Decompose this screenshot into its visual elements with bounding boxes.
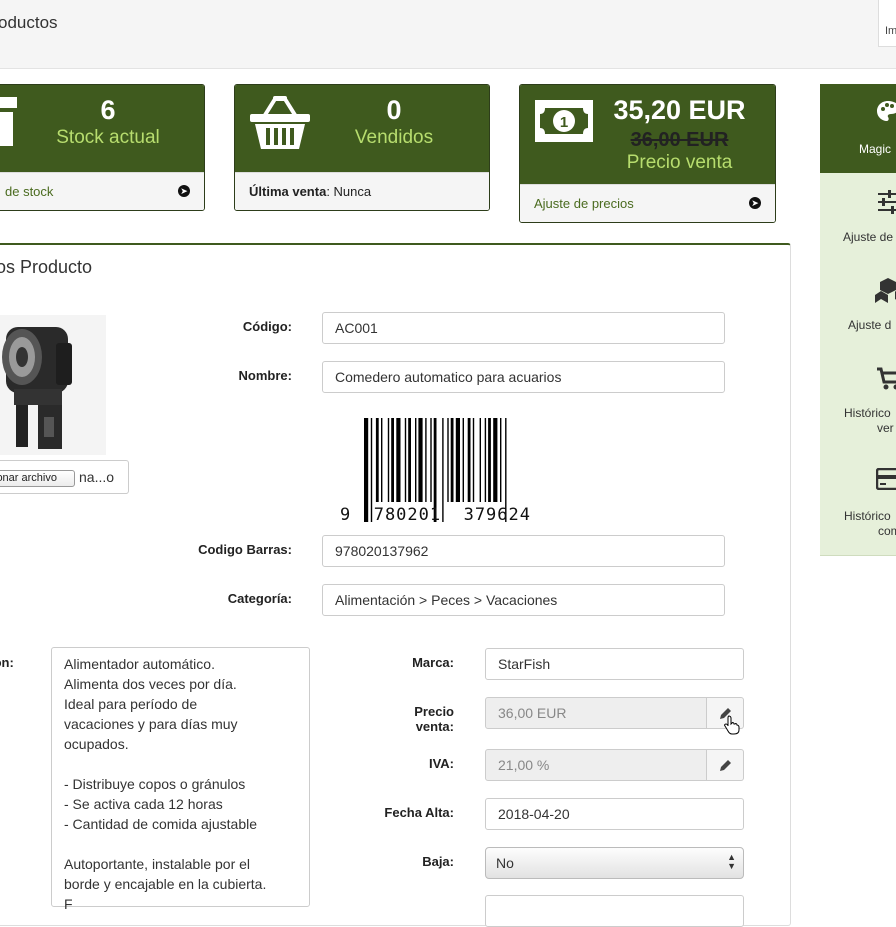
top-right-button[interactable]: Im [878,0,896,47]
product-image [0,315,106,455]
stock-count: 6 [51,95,165,126]
sidebar-label: Ajuste de [843,230,893,244]
pencil-icon [718,759,732,773]
last-sale-value: : Nunca [326,184,371,199]
code-input[interactable]: AC001 [322,312,725,344]
panel-title: os Producto [0,257,92,278]
arrow-right-icon: ➤ [749,197,761,209]
top-bar: oductos Im [0,0,896,69]
price-adjust-link[interactable]: Ajuste de precios [534,196,634,211]
stock-label: Stock actual [31,127,185,149]
brand-input[interactable]: StarFish [485,648,744,680]
sidebar-label-2: com [878,524,896,538]
sidebar-item-price-adjust[interactable]: Ajuste de [820,173,896,262]
price-card: 1 35,20 EUR 36,00 EUR Precio venta Ajust… [519,84,776,223]
last-sale-label: Última venta [249,184,326,199]
sidebar-label: Ajuste d [848,318,891,332]
cart-icon [876,367,896,391]
sold-label: Vendidos [335,127,453,149]
discontinued-value: No [496,855,514,871]
name-label: Nombre: [162,368,292,383]
edit-price-button[interactable] [707,697,744,729]
money-bill-icon: 1 [535,100,593,142]
name-input[interactable]: Comedero automatico para acuarios [322,361,725,393]
file-chooser[interactable]: ionar archivo na...o [0,460,129,494]
top-right-label: Im [885,25,896,37]
choose-file-button[interactable]: ionar archivo [0,470,75,487]
barcode-label: Codigo Barras: [152,542,292,557]
palette-icon [876,100,896,122]
svg-text:1: 1 [560,114,568,131]
sidebar-item-sales-history[interactable]: Histórico ver [820,349,896,453]
category-input[interactable]: Alimentación > Peces > Vacaciones [322,584,725,616]
sale-price-label: Precio venta [602,152,757,174]
price-input: 36,00 EUR [485,697,707,729]
stock-card-footer[interactable]: de stock ➤ [0,172,204,210]
sale-price: 35,20 EUR [602,95,757,126]
credit-card-icon [876,468,896,490]
sliders-icon [878,189,896,215]
price-label-line1: Precio [344,704,454,719]
stock-footer-link[interactable]: de stock [5,184,53,199]
file-name: na...o [79,469,114,485]
discontinued-select[interactable]: No ▲▼ [485,847,744,879]
date-input[interactable]: 2018-04-20 [485,798,744,830]
box-icon [0,97,19,147]
sidebar-label: Histórico [844,509,891,523]
sales-card-footer: Última venta: Nunca [235,172,489,210]
date-label: Fecha Alta: [344,805,454,820]
old-price: 36,00 EUR [602,129,757,152]
price-card-footer[interactable]: Ajuste de precios ➤ [520,184,775,222]
sidebar-label-2: ver [877,421,894,435]
price-label-line2: venta: [344,719,454,734]
sold-count: 0 [335,95,453,126]
description-textarea[interactable]: Alimentador automático. Alimenta dos vec… [51,647,310,907]
last-sale-info: Última venta: Nunca [249,184,371,199]
code-label: Código: [162,319,292,334]
barcode-input[interactable]: 978020137962 [322,535,725,567]
sales-card-header: 0 Vendidos [235,85,489,173]
description-label: ion: [0,655,22,670]
basket-icon [249,95,311,151]
vat-label: IVA: [344,756,454,771]
sales-card: 0 Vendidos Última venta: Nunca [234,84,490,211]
arrow-right-icon: ➤ [178,185,190,197]
stock-card-header: 6 Stock actual [0,85,204,173]
price-label: Precio venta: [344,704,454,734]
edit-vat-button[interactable] [707,749,744,781]
sidebar-label: Histórico [844,406,891,420]
price-card-header: 1 35,20 EUR 36,00 EUR Precio venta [520,85,775,185]
sidebar-item-stock-adjust[interactable]: Ajuste d [820,261,896,350]
hand-cursor-icon [724,715,740,735]
stock-card: 6 Stock actual de stock ➤ [0,84,205,211]
sidebar-label: Magic [859,142,891,156]
barcode-digits: 9 780201 379624 [340,505,531,525]
discontinued-label: Baja: [344,854,454,869]
cubes-icon [874,277,896,305]
sidebar-item-purchase-history[interactable]: Histórico com [820,452,896,556]
sidebar-item-magic[interactable]: Magic [820,84,896,174]
select-arrows-icon: ▲▼ [727,853,736,871]
vat-input: 21,00 % [485,749,707,781]
page-title: oductos [0,13,58,33]
brand-label: Marca: [344,655,454,670]
category-label: Categoría: [162,591,292,606]
